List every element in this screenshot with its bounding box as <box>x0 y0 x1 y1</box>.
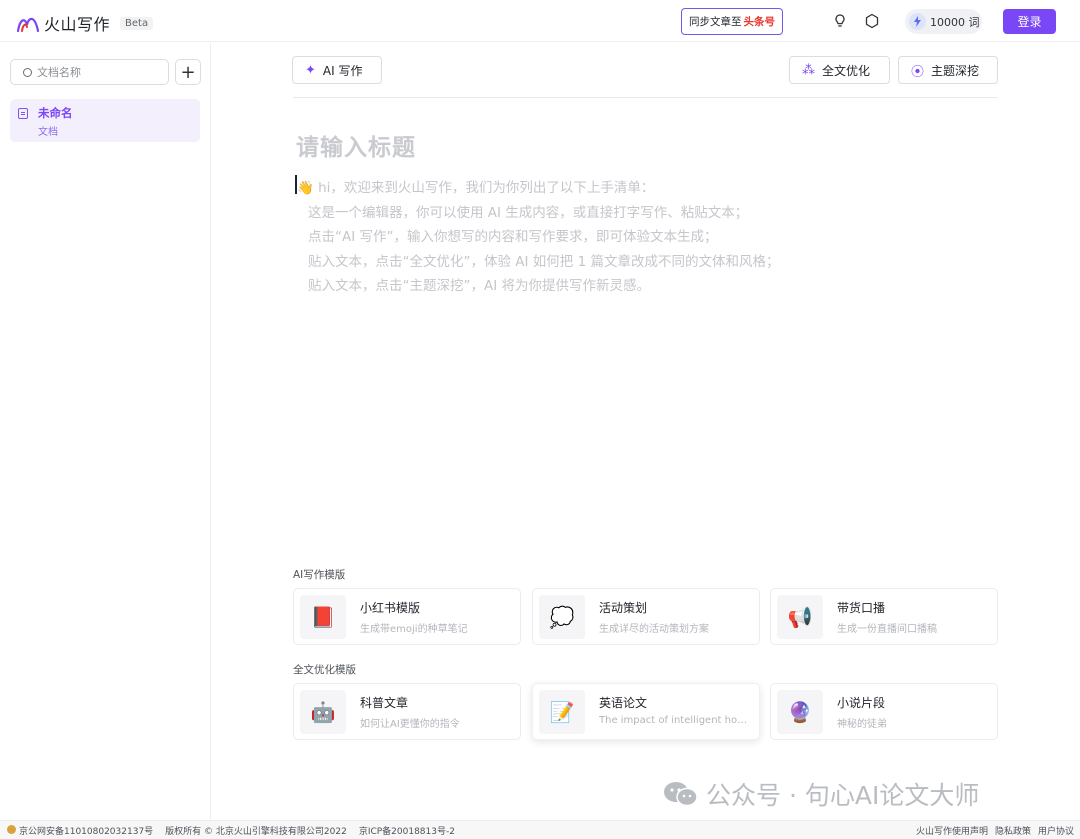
sync-article-button[interactable]: 同步文章至 头条号 <box>681 8 783 35</box>
search-placeholder: 文档名称 <box>37 66 81 79</box>
search-icon <box>23 67 32 77</box>
copyright-text: 版权所有 © 北京火山引擎科技有限公司2022 <box>165 826 347 837</box>
full-optimize-label: 全文优化 <box>822 63 871 78</box>
word-count-badge[interactable]: 10000 词 <box>905 9 982 34</box>
full-optimize-button[interactable]: ⁂ 全文优化 <box>789 56 890 84</box>
sidebar-doc-item[interactable]: 未命名 文档 <box>10 99 200 142</box>
login-button[interactable]: 登录 <box>1003 9 1056 34</box>
template-card-livestream[interactable]: 📢 带货口播 生成一份直播间口播稿 <box>770 588 998 645</box>
toolbar-divider <box>293 97 998 98</box>
card-desc: 生成一份直播间口播稿 <box>837 624 937 635</box>
ai-write-label: AI 写作 <box>322 63 363 78</box>
intro-line: 贴入文本，点击“主题深挖”，AI 将为你提供写作新灵感。 <box>308 278 650 294</box>
intro-line: 👋 hi，欢迎来到火山写作，我们为你列出了以下上手清单： <box>297 180 655 196</box>
icp-link[interactable]: 京ICP备20018813号-2 <box>359 824 455 837</box>
add-document-button[interactable]: + <box>175 59 201 85</box>
doc-title: 未命名 <box>38 106 73 120</box>
app-logo[interactable]: 火山写作 Beta <box>16 11 154 35</box>
card-title: 小红书模版 <box>360 601 421 615</box>
template-card-science[interactable]: 🤖 科普文章 如何让AI更懂你的指令 <box>293 683 521 740</box>
usage-statement-link[interactable]: 火山写作使用声明 <box>916 824 988 837</box>
doc-subtitle: 文档 <box>38 127 58 138</box>
sparkle-icon: ✦ <box>305 62 316 78</box>
card-title: 带货口播 <box>837 601 886 615</box>
police-record[interactable]: 京公网安备11010802032137号 <box>7 824 153 837</box>
card-title: 英语论文 <box>599 696 648 710</box>
footer: 京公网安备11010802032137号 版权所有 © 北京火山引擎科技有限公司… <box>0 820 1080 839</box>
police-badge-icon <box>7 824 16 834</box>
word-count-value: 10000 词 <box>930 15 980 29</box>
card-title: 小说片段 <box>837 696 886 710</box>
user-agreement-link[interactable]: 用户协议 <box>1038 824 1074 837</box>
megaphone-icon: 📢 <box>777 595 823 639</box>
robot-icon: 🤖 <box>300 690 346 734</box>
intro-line: 贴入文本，点击“全文优化”，体验 AI 如何把 1 篇文章改成不同的文体和风格； <box>308 253 780 270</box>
speech-bubble-icon: 💭 <box>539 595 585 639</box>
memo-icon: 📝 <box>539 690 585 734</box>
card-title: 活动策划 <box>599 601 648 615</box>
card-desc: 生成带emoji的种草笔记 <box>360 624 468 635</box>
template-card-event-plan[interactable]: 💭 活动策划 生成详尽的活动策划方案 <box>532 588 760 645</box>
watermark: 公众号 · 句心AI论文大师 <box>662 776 979 812</box>
optimize-template-section-label: 全文优化模版 <box>293 664 356 676</box>
location-pin-icon: ⦿ <box>911 64 925 80</box>
watermark-text: 公众号 · 句心AI论文大师 <box>706 781 980 810</box>
beta-badge: Beta <box>120 16 154 30</box>
wechat-icon <box>664 782 698 807</box>
title-input[interactable]: 请输入标题 <box>296 128 416 162</box>
book-icon: 📕 <box>300 595 346 639</box>
card-desc: 神秘的徒弟 <box>837 719 887 730</box>
card-title: 科普文章 <box>360 696 409 710</box>
top-header: 火山写作 Beta 同步文章至 头条号 10000 词 登录 <box>0 0 1080 42</box>
template-card-english-paper[interactable]: 📝 英语论文 The impact of intelligent hou… <box>532 683 760 740</box>
magic-wand-icon: ⁂ <box>802 62 815 78</box>
topic-explore-label: 主题深挖 <box>931 63 980 78</box>
lightbulb-icon[interactable] <box>831 12 849 30</box>
intro-line: 这是一个编辑器，你可以使用 AI 生成内容，或直接打字写作、粘贴文本； <box>308 204 749 221</box>
ai-template-section-label: AI写作模版 <box>293 569 346 581</box>
template-card-novel[interactable]: 🔮 小说片段 神秘的徒弟 <box>770 683 998 740</box>
intro-line: 点击“AI 写作”，输入你想写的内容和写作要求，即可体验文本生成； <box>308 229 718 245</box>
card-desc: 如何让AI更懂你的指令 <box>360 719 460 730</box>
volcano-logo-icon <box>16 17 40 33</box>
card-desc: The impact of intelligent hou… <box>599 715 751 726</box>
template-card-xiaohongshu[interactable]: 📕 小红书模版 生成带emoji的种草笔记 <box>293 588 521 645</box>
app-name: 火山写作 <box>44 15 111 34</box>
waving-hand-icon: 👋 <box>297 180 314 196</box>
sync-label: 同步文章至 <box>689 16 742 28</box>
ai-write-button[interactable]: ✦ AI 写作 <box>292 56 382 84</box>
crystal-ball-icon: 🔮 <box>777 690 823 734</box>
settings-icon[interactable] <box>863 12 881 30</box>
topic-explore-button[interactable]: ⦿ 主题深挖 <box>898 56 998 84</box>
card-desc: 生成详尽的活动策划方案 <box>599 624 709 635</box>
document-icon <box>18 108 28 119</box>
editor-body[interactable]: 👋 hi，欢迎来到火山写作，我们为你列出了以下上手清单： 这是一个编辑器，你可以… <box>297 176 779 299</box>
doc-search-input[interactable]: 文档名称 <box>10 59 169 85</box>
toutiao-brand-label: 头条号 <box>743 16 776 28</box>
privacy-policy-link[interactable]: 隐私政策 <box>995 824 1031 837</box>
document-sidebar: 文档名称 + 未命名 文档 <box>0 43 211 820</box>
bolt-icon <box>909 13 926 30</box>
